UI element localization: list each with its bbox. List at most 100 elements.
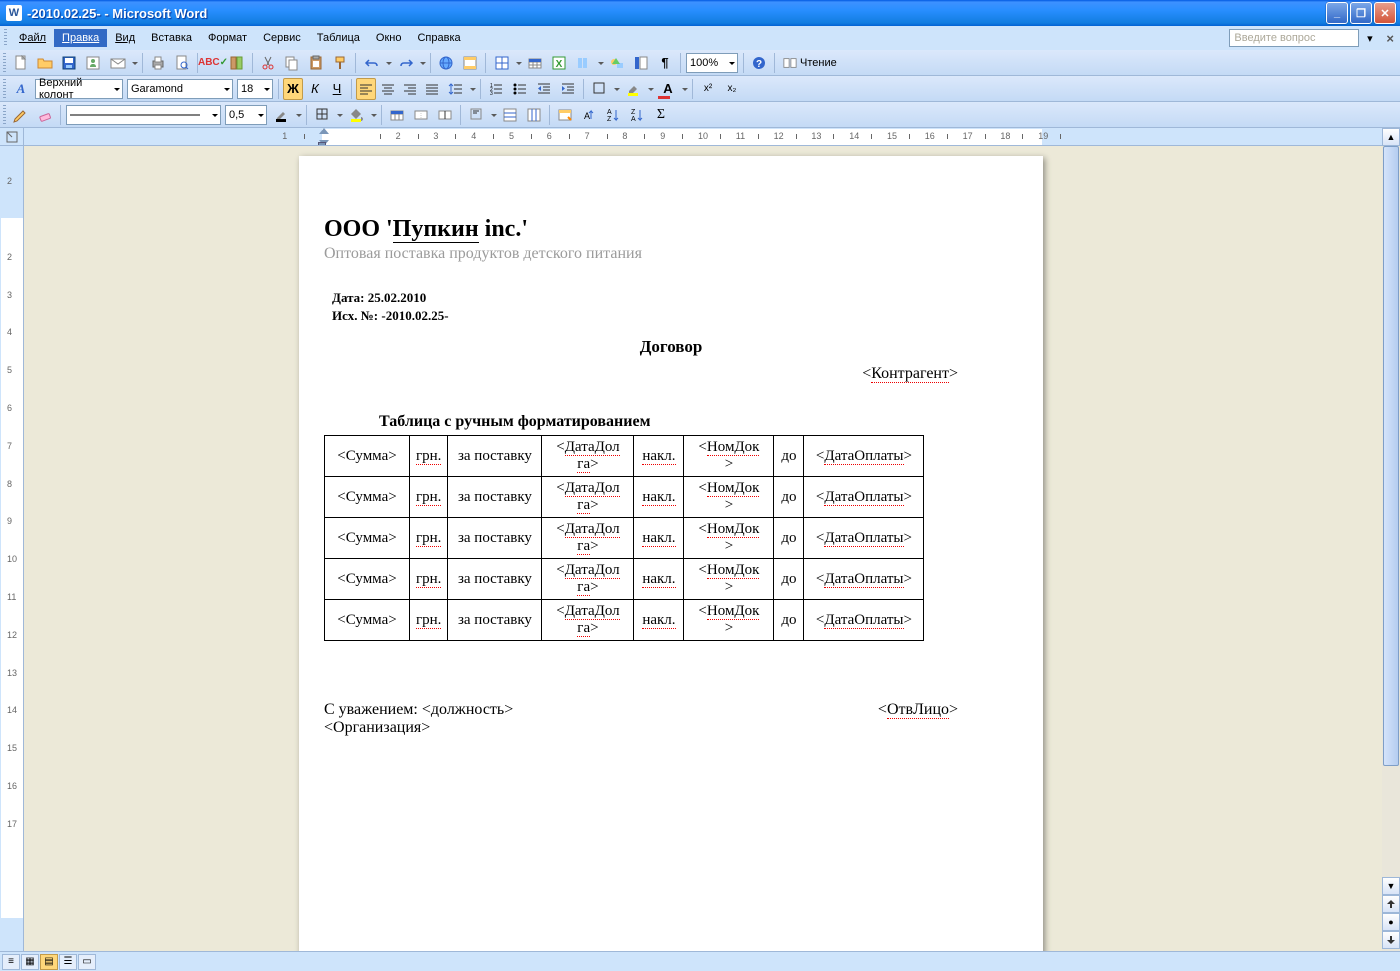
vertical-ruler[interactable]: 2234567891011121314151617 — [0, 146, 24, 951]
hyperlink-icon[interactable] — [435, 52, 457, 74]
help-question-input[interactable]: Введите вопрос — [1229, 29, 1359, 47]
reading-layout-button[interactable]: Чтение — [778, 52, 842, 74]
columns-icon[interactable] — [572, 52, 604, 74]
draw-table-icon[interactable] — [10, 104, 32, 126]
menu-window[interactable]: Окно — [368, 29, 410, 47]
italic-button[interactable]: К — [305, 78, 325, 100]
web-layout-view-icon[interactable]: ▦ — [21, 954, 39, 970]
counterparty-placeholder[interactable]: <Контрагент> — [324, 365, 1018, 383]
ruler-corner[interactable] — [0, 128, 24, 146]
eraser-icon[interactable] — [34, 104, 56, 126]
new-document-icon[interactable] — [10, 52, 32, 74]
normal-view-icon[interactable]: ≡ — [2, 954, 20, 970]
research-icon[interactable] — [226, 52, 248, 74]
next-page-icon[interactable] — [1382, 931, 1400, 949]
outline-view-icon[interactable]: ☰ — [59, 954, 77, 970]
help-icon[interactable]: ? — [748, 52, 770, 74]
table-row[interactable]: <Сумма>грн.за поставку<ДатаДолга>накл.<Н… — [325, 518, 924, 559]
align-center-icon[interactable] — [378, 78, 398, 100]
horizontal-ruler[interactable]: 12345678910111213141516171819 — [24, 128, 1382, 146]
excel-icon[interactable]: X — [548, 52, 570, 74]
change-text-direction-icon[interactable]: A — [578, 104, 600, 126]
toolbar-grip[interactable] — [3, 105, 6, 125]
toolbar-grip[interactable] — [4, 29, 7, 47]
menu-tools[interactable]: Сервис — [255, 29, 309, 47]
sort-asc-icon[interactable]: AZ — [602, 104, 624, 126]
shading-color-icon[interactable] — [345, 104, 377, 126]
line-weight-combo[interactable]: 0,5 — [225, 105, 267, 125]
print-icon[interactable] — [147, 52, 169, 74]
line-spacing-icon[interactable] — [444, 78, 476, 100]
cell-alignment-icon[interactable] — [465, 104, 497, 126]
split-cells-icon[interactable] — [434, 104, 456, 126]
redo-icon[interactable] — [394, 52, 426, 74]
increase-indent-icon[interactable] — [557, 78, 579, 100]
distribute-cols-icon[interactable] — [523, 104, 545, 126]
cut-icon[interactable] — [257, 52, 279, 74]
close-button[interactable]: ✕ — [1374, 2, 1396, 24]
undo-icon[interactable] — [360, 52, 392, 74]
format-painter-icon[interactable] — [329, 52, 351, 74]
company-subtitle[interactable]: Оптовая поставка продуктов детского пита… — [324, 245, 1018, 263]
table-title[interactable]: Таблица с ручным форматированием — [379, 413, 1018, 431]
doc-map-icon[interactable] — [630, 52, 652, 74]
menu-file[interactable]: Файл — [11, 29, 54, 47]
superscript-icon[interactable]: x² — [697, 78, 719, 100]
insert-table-icon[interactable] — [524, 52, 546, 74]
autosum-icon[interactable]: Σ — [650, 104, 672, 126]
scroll-down-icon[interactable]: ▼ — [1382, 877, 1400, 895]
underline-button[interactable]: Ч — [327, 78, 347, 100]
reading-layout-view-icon[interactable]: ▭ — [78, 954, 96, 970]
subscript-icon[interactable]: x₂ — [721, 78, 743, 100]
print-preview-icon[interactable] — [171, 52, 193, 74]
menu-table[interactable]: Таблица — [309, 29, 368, 47]
help-question-dropdown[interactable]: ▾ — [1363, 29, 1376, 47]
document-heading[interactable]: Договор — [324, 337, 1018, 357]
vertical-scrollbar[interactable]: ▲ ▼ ● — [1382, 128, 1400, 951]
sort-desc-icon[interactable]: ZA — [626, 104, 648, 126]
scroll-thumb[interactable] — [1383, 146, 1399, 766]
font-combo[interactable]: Garamond — [127, 79, 233, 99]
paste-icon[interactable] — [305, 52, 327, 74]
zoom-combo[interactable]: 100% — [686, 53, 738, 73]
merge-cells-icon[interactable] — [410, 104, 432, 126]
toolbar-grip[interactable] — [3, 53, 6, 73]
numbering-icon[interactable]: 123 — [485, 78, 507, 100]
permissions-icon[interactable] — [82, 52, 104, 74]
mdi-close-button[interactable]: × — [1386, 31, 1394, 46]
menu-view[interactable]: Вид — [107, 29, 143, 47]
menu-help[interactable]: Справка — [409, 29, 468, 47]
prev-page-icon[interactable] — [1382, 895, 1400, 913]
styles-pane-icon[interactable]: A — [10, 78, 32, 100]
scroll-up-icon[interactable]: ▲ — [1382, 128, 1400, 146]
line-style-combo[interactable] — [66, 105, 221, 125]
outside-border-icon[interactable] — [588, 78, 620, 100]
table-row[interactable]: <Сумма>грн.за поставку<ДатаДолга>накл.<Н… — [325, 559, 924, 600]
align-left-icon[interactable] — [356, 78, 376, 100]
browse-object-icon[interactable]: ● — [1382, 913, 1400, 931]
bullets-icon[interactable] — [509, 78, 531, 100]
menu-insert[interactable]: Вставка — [143, 29, 200, 47]
menu-format[interactable]: Формат — [200, 29, 255, 47]
minimize-button[interactable]: _ — [1326, 2, 1348, 24]
print-layout-view-icon[interactable]: ▤ — [40, 954, 58, 970]
email-icon[interactable] — [106, 52, 138, 74]
border-icon[interactable] — [311, 104, 343, 126]
table-row[interactable]: <Сумма>грн.за поставку<ДатаДолга>накл.<Н… — [325, 477, 924, 518]
document-area[interactable]: ООО 'Пупкин inc.' Оптовая поставка проду… — [24, 146, 1382, 951]
menu-edit[interactable]: Правка — [54, 29, 107, 47]
toolbar-grip[interactable] — [3, 79, 6, 99]
distribute-rows-icon[interactable] — [499, 104, 521, 126]
document-table[interactable]: <Сумма>грн.за поставку<ДатаДолга>накл.<Н… — [324, 435, 924, 641]
document-meta[interactable]: Дата: 25.02.2010 Исх. №: -2010.02.25- — [332, 289, 1018, 325]
decrease-indent-icon[interactable] — [533, 78, 555, 100]
font-size-combo[interactable]: 18 — [237, 79, 273, 99]
open-icon[interactable] — [34, 52, 56, 74]
drawing-icon[interactable] — [606, 52, 628, 74]
closing-block[interactable]: С уважением: <должность> <Организация> <… — [324, 701, 1018, 737]
save-icon[interactable] — [58, 52, 80, 74]
font-color-icon[interactable]: А — [656, 78, 688, 100]
align-justify-icon[interactable] — [422, 78, 442, 100]
insert-table-icon[interactable] — [386, 104, 408, 126]
tables-borders-icon[interactable] — [490, 52, 522, 74]
